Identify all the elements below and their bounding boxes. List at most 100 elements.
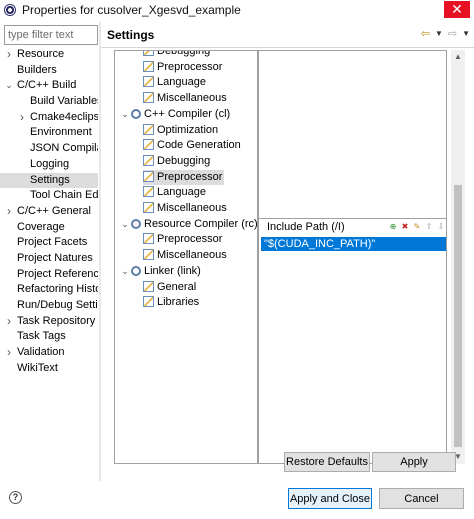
restore-defaults-button[interactable]: Restore Defaults (284, 452, 370, 472)
nav-item[interactable]: ⌄ C/C++ Build (0, 78, 98, 94)
back-arrow-icon[interactable]: ⇦ (421, 27, 430, 40)
forward-arrow-icon[interactable]: ⇨ (448, 27, 457, 40)
nav-item[interactable]: › C/C++ General (0, 204, 98, 220)
include-path-header: Include Path (/I) ⊕ ✖ ✎ ⇧ ⇩ (259, 219, 448, 236)
tool-settings-tree[interactable]: Debugging Preprocessor Language Miscellaneo… (114, 50, 258, 464)
filter-input[interactable] (4, 25, 98, 45)
nav-item-label: Refactoring Histo (17, 283, 98, 296)
back-dropdown-icon[interactable]: ▼ (435, 29, 443, 38)
nav-item-label: Cmake4eclipse (30, 110, 98, 123)
chevron-right-icon[interactable]: › (4, 47, 14, 63)
tree-item[interactable]: Language (143, 75, 206, 90)
tree-item-label: Libraries (157, 296, 200, 309)
nav-item[interactable]: Tool Chain Edi (0, 188, 98, 204)
tree-item[interactable]: ⌄ Linker (link) (121, 264, 201, 279)
tree-item-label: Debugging (157, 50, 211, 57)
tree-item[interactable]: ⌄ C++ Compiler (cl) (121, 107, 231, 122)
delete-icon[interactable]: ✖ (400, 222, 410, 232)
add-icon[interactable]: ⊕ (388, 222, 398, 232)
tree-item-label: Preprocessor (157, 233, 223, 246)
apply-button[interactable]: Apply (372, 452, 456, 472)
tree-item[interactable]: Optimization (143, 123, 218, 138)
tree-item[interactable]: General (143, 280, 196, 295)
option-category-icon (143, 60, 154, 72)
tree-item-label: Miscellaneous (157, 202, 227, 214)
option-category-icon (143, 51, 154, 56)
nav-item[interactable]: Builders (0, 63, 98, 79)
vertical-scrollbar[interactable]: ▲ ▼ (451, 50, 465, 464)
edit-icon[interactable]: ✎ (412, 222, 422, 232)
nav-item[interactable]: › Task Repository (0, 314, 98, 330)
nav-item-label: Coverage (17, 220, 65, 233)
option-category-icon (143, 249, 154, 261)
chevron-down-icon[interactable]: ⌄ (4, 78, 14, 94)
tree-item[interactable]: ⌄ Resource Compiler (rc) (121, 217, 257, 232)
nav-item[interactable]: Coverage (0, 220, 98, 236)
nav-item[interactable]: › Validation (0, 345, 98, 361)
nav-item-label: Build Variables (30, 95, 98, 108)
scroll-up-icon[interactable]: ▲ (451, 50, 465, 64)
chevron-right-icon[interactable]: › (4, 345, 14, 361)
move-down-icon[interactable]: ⇩ (436, 222, 446, 232)
nav-item-label: C/C++ General (17, 204, 91, 217)
chevron-down-icon[interactable]: ⌄ (120, 264, 130, 279)
window-close-button[interactable]: ✕ (444, 1, 470, 18)
tree-item[interactable]: Libraries (143, 295, 199, 310)
tree-item-label: Code Generation (157, 139, 241, 152)
nav-item-label: Builders (17, 63, 57, 76)
chevron-right-icon[interactable]: › (17, 110, 27, 126)
apply-and-close-button[interactable]: Apply and Close (288, 488, 372, 509)
include-path-panel: Include Path (/I) ⊕ ✖ ✎ ⇧ ⇩ "$(CUDA_INC_… (258, 218, 447, 464)
nav-item[interactable]: Settings (0, 172, 98, 189)
eclipse-icon (4, 3, 16, 16)
chevron-down-icon[interactable]: ⌄ (120, 217, 130, 232)
property-nav-pane: ›ResourceBuilders⌄C/C++ BuildBuild Varia… (0, 22, 98, 481)
chevron-down-icon[interactable]: ⌄ (120, 107, 130, 122)
nav-item-label: C/C++ Build (17, 79, 77, 92)
move-up-icon[interactable]: ⇧ (424, 222, 434, 232)
option-category-icon (143, 280, 154, 292)
tree-item[interactable]: Preprocessor (143, 169, 225, 185)
nav-item[interactable]: Run/Debug Settir (0, 298, 98, 314)
nav-item[interactable]: Build Variables (0, 94, 98, 110)
tool-gear-icon (131, 218, 141, 229)
nav-item[interactable]: Project References (0, 267, 98, 283)
nav-item[interactable]: Refactoring Histo (0, 282, 98, 298)
chevron-right-icon[interactable]: › (4, 204, 14, 220)
property-nav-tree: › Resource Builders ⌄ C/C++ Build Build Varia… (0, 47, 98, 376)
nav-item[interactable]: Task Tags (0, 329, 98, 345)
option-category-icon (143, 170, 154, 182)
nav-item[interactable]: › Resource (0, 47, 98, 63)
nav-item[interactable]: Logging (0, 157, 98, 173)
tree-item-label: Language (157, 186, 206, 199)
nav-item[interactable]: Project Natures (0, 251, 98, 267)
tree-item[interactable]: Debugging (143, 50, 211, 59)
tree-item[interactable]: Miscellaneous (143, 201, 227, 216)
tree-item-label: Optimization (157, 123, 219, 136)
tree-item[interactable]: Code Generation (143, 138, 241, 153)
chevron-right-icon[interactable]: › (4, 314, 14, 330)
nav-item-label: Project References (17, 267, 98, 280)
help-icon[interactable]: ? (9, 491, 22, 504)
tree-item-label: C++ Compiler (cl) (144, 107, 231, 120)
tree-item[interactable]: Preprocessor (143, 232, 222, 247)
nav-item[interactable]: JSON Compila (0, 141, 98, 157)
tree-item-label: Debugging (157, 154, 211, 167)
tree-item[interactable]: Debugging (143, 154, 210, 169)
tree-item[interactable]: Miscellaneous (143, 91, 227, 106)
include-path-row[interactable]: "$(CUDA_INC_PATH)" (261, 237, 446, 251)
cancel-button[interactable]: Cancel (379, 488, 464, 509)
nav-item[interactable]: Environment (0, 125, 98, 141)
menu-dropdown-icon[interactable]: ▼ (462, 29, 470, 38)
nav-item-label: WikiText (17, 361, 58, 374)
option-category-icon (143, 92, 154, 104)
tree-item[interactable]: Miscellaneous (143, 248, 227, 263)
option-category-icon (143, 296, 154, 308)
tree-item[interactable]: Language (143, 185, 206, 200)
nav-item[interactable]: WikiText (0, 361, 98, 377)
nav-item[interactable]: › Cmake4eclipse (0, 110, 98, 126)
nav-item-label: Project Facets (17, 236, 88, 249)
nav-item[interactable]: Project Facets (0, 235, 98, 251)
tree-item[interactable]: Preprocessor (143, 60, 222, 75)
scrollbar-thumb[interactable] (454, 185, 462, 447)
